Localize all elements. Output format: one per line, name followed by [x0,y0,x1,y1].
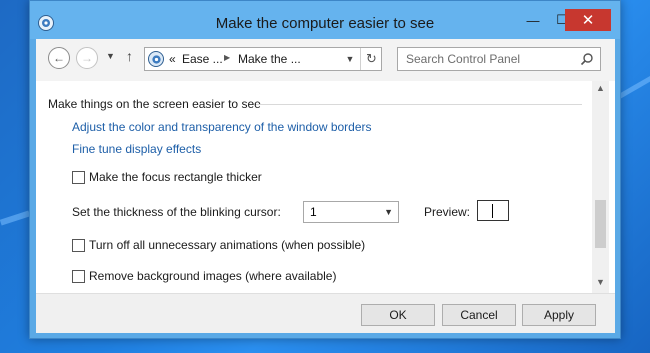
recent-locations-chevron-icon[interactable]: ▼ [106,51,115,61]
breadcrumb-item-current[interactable]: Make the ... [238,52,301,66]
text-cursor-preview [492,204,493,218]
background-images-label[interactable]: Remove background images (where availabl… [89,269,336,283]
focus-rectangle-label[interactable]: Make the focus rectangle thicker [89,170,262,184]
focus-rectangle-checkbox[interactable] [72,170,85,184]
focus-rectangle-option[interactable]: Make the focus rectangle thicker [72,170,262,184]
adjust-window-borders-link[interactable]: Adjust the color and transparency of the… [72,120,372,134]
desktop-light-streak [0,210,31,226]
section-heading: Make things on the screen easier to see [48,97,261,111]
address-dropdown-chevron-icon[interactable]: ▼ [341,48,359,70]
search-icon[interactable] [580,52,594,66]
breadcrumb-item-ease[interactable]: Ease ... [182,52,223,66]
refresh-icon[interactable]: ↻ [360,48,382,70]
preview-label: Preview: [424,205,471,219]
cursor-preview [477,200,509,221]
cursor-thickness-label: Set the thickness of the blinking cursor… [72,205,281,219]
navigation-bar: ← → ▼ ↑ « Ease ... ▶ Make the ... ▼ ↻ [36,39,615,81]
search-input[interactable] [398,48,576,70]
background-images-option[interactable]: Remove background images (where availabl… [72,269,336,283]
breadcrumb-separator-icon[interactable]: ▶ [224,53,230,62]
desktop-light-streak [616,75,650,100]
fine-tune-display-effects-link[interactable]: Fine tune display effects [72,142,201,156]
animations-checkbox[interactable] [72,238,85,252]
scroll-up-icon[interactable]: ▲ [592,83,609,97]
vertical-scrollbar[interactable]: ▲ ▼ [592,81,609,293]
close-button[interactable]: ✕ [565,9,611,31]
search-box[interactable] [397,47,601,71]
animations-option[interactable]: Turn off all unnecessary animations (whe… [72,238,365,252]
cancel-button[interactable]: Cancel [442,304,516,326]
apply-button[interactable]: Apply [522,304,596,326]
address-bar[interactable]: « Ease ... ▶ Make the ... ▼ ↻ [144,47,382,71]
forward-arrow-icon[interactable]: → [76,47,98,69]
scrollbar-thumb[interactable] [595,200,606,248]
control-panel-window: Make the computer easier to see — ☐ ✕ ← … [29,0,621,339]
cursor-thickness-select[interactable]: 1 ▼ [303,201,399,223]
section-divider [256,104,582,105]
dialog-footer: OK Cancel Apply [36,293,615,333]
settings-panel: Make things on the screen easier to see … [36,81,615,293]
scroll-down-icon[interactable]: ▼ [592,277,609,291]
minimize-button[interactable]: — [518,9,548,31]
animations-label[interactable]: Turn off all unnecessary animations (whe… [89,238,365,252]
control-panel-icon [148,51,164,67]
ok-button[interactable]: OK [361,304,435,326]
title-bar[interactable]: Make the computer easier to see — ☐ ✕ [30,1,620,39]
chevron-down-icon[interactable]: ▼ [384,207,393,217]
up-arrow-icon[interactable]: ↑ [126,48,133,64]
cursor-thickness-value: 1 [310,205,317,219]
background-images-checkbox[interactable] [72,269,85,283]
breadcrumb-overflow[interactable]: « [169,52,176,66]
back-arrow-icon[interactable]: ← [48,47,70,69]
